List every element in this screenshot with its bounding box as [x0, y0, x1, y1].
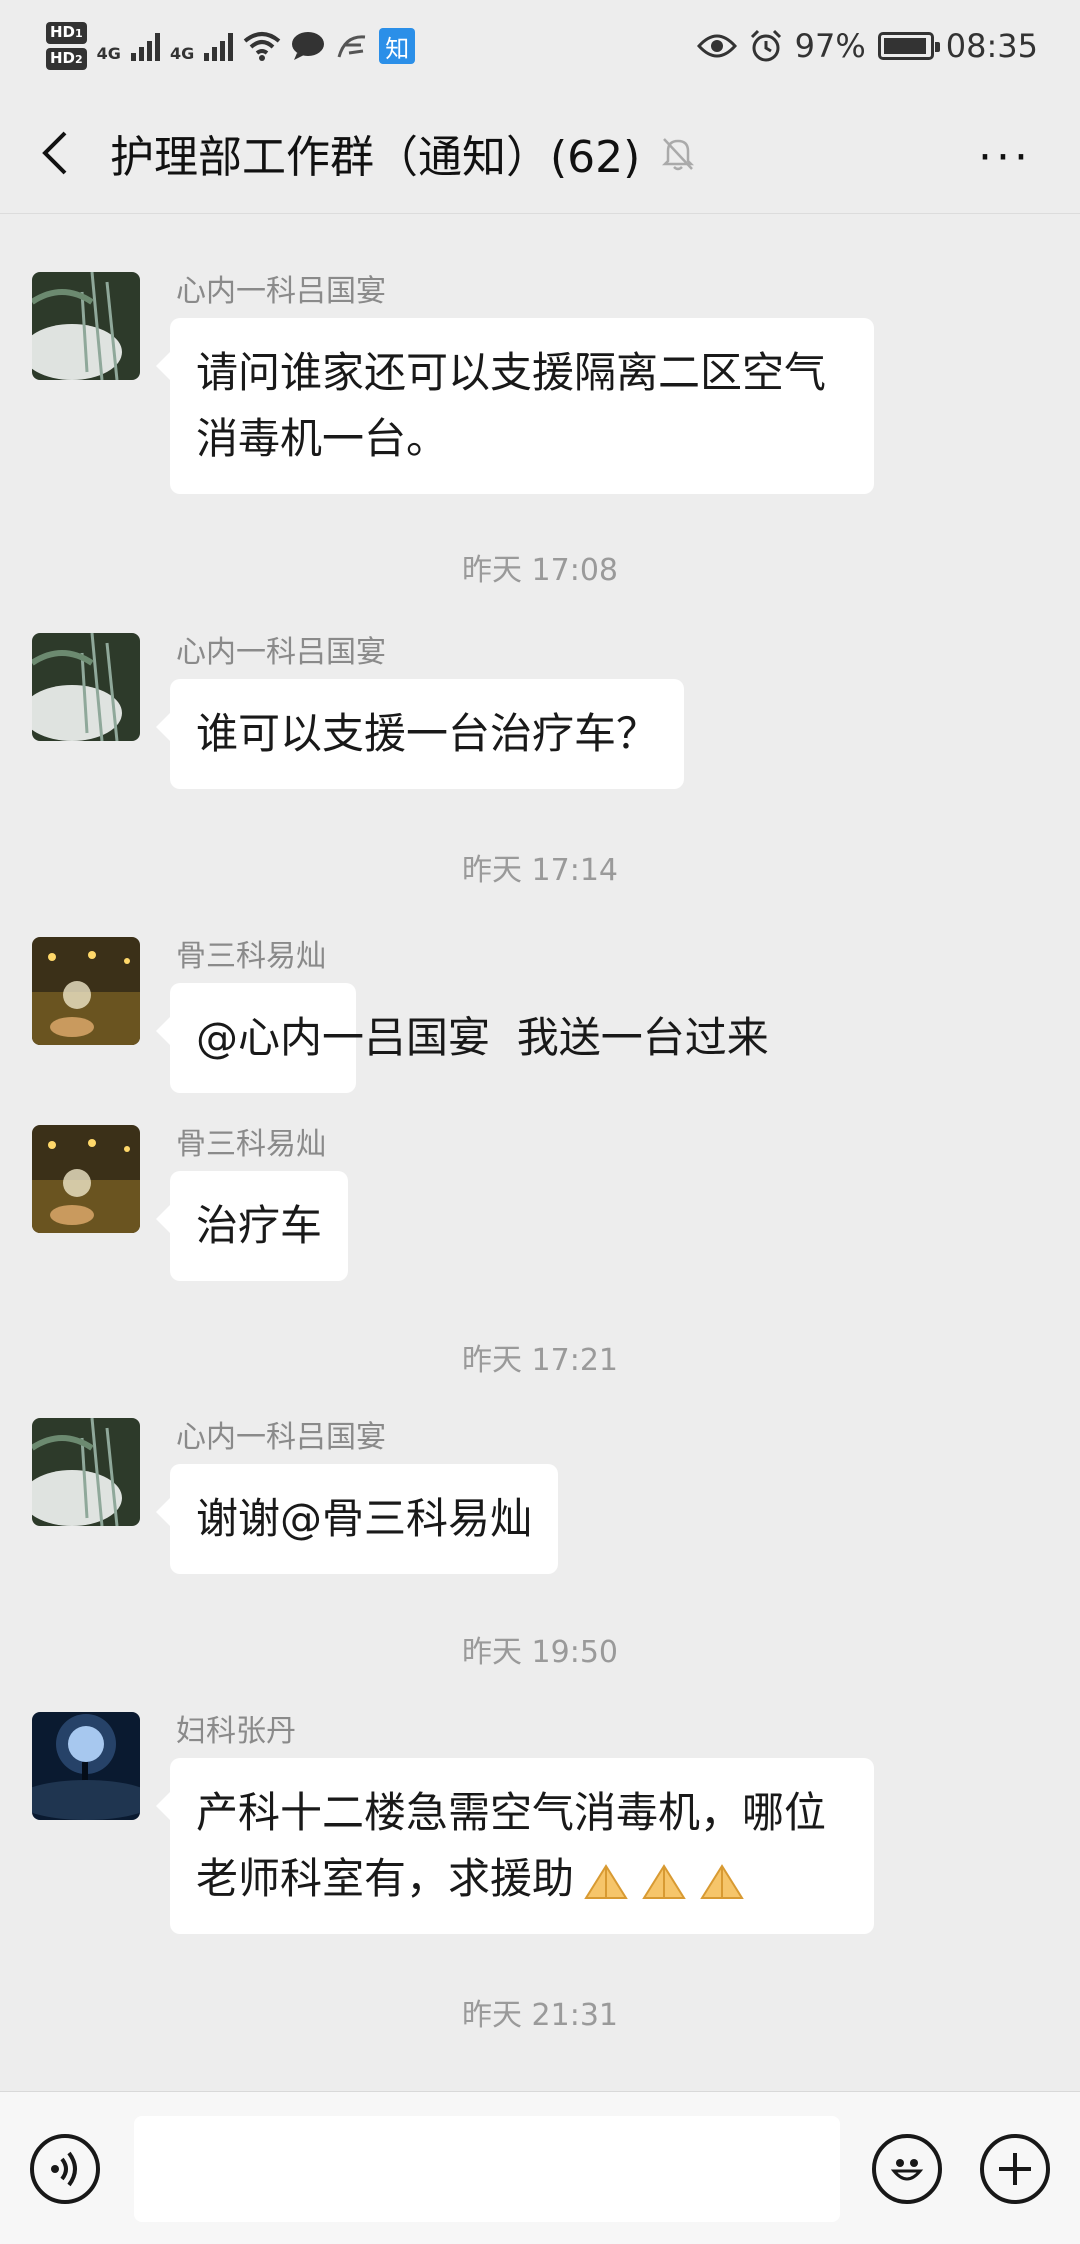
voice-button[interactable] [30, 2134, 100, 2204]
input-bar [0, 2091, 1080, 2244]
sender-name: 心内一科吕国宴 [176, 635, 386, 670]
battery-fill [883, 38, 927, 54]
message-text: 消毒机一台。 [196, 414, 449, 463]
pray-emoji-icon [700, 1863, 744, 1899]
message-text: 产科十二楼急需空气消毒机，哪位 [196, 1788, 827, 1837]
avatar[interactable] [32, 1712, 140, 1820]
bell-muted-icon [662, 137, 695, 170]
message-bubble[interactable]: 产科十二楼急需空气消毒机，哪位老师科室有，求援助 [156, 1758, 874, 1934]
timestamp: 昨天 19:50 [462, 1635, 618, 1670]
sender-name: 心内一科吕国宴 [176, 1420, 386, 1455]
message-text: 治疗车 [196, 1201, 323, 1250]
pray-emoji-icon [642, 1863, 686, 1899]
sender-name: 骨三科易灿 [176, 939, 326, 974]
message-input[interactable] [134, 2116, 840, 2222]
timestamp: 昨天 21:31 [462, 1998, 618, 2033]
status-left: HD1 HD2 4G 4G 知 [46, 22, 416, 70]
timestamp: 昨天 17:14 [462, 853, 618, 888]
clock: 08:35 [945, 27, 1038, 65]
chat-area[interactable]: 心内一科吕国宴 请问谁家还可以支援隔离二区空气 消毒机一台。 昨天 17:08 心内一科… [0, 215, 1080, 2091]
status-bar: HD1 HD2 4G 4G 知 97% 08:35 [0, 0, 1080, 92]
hd-icon: HD1 HD2 [46, 22, 87, 70]
sender-name: 骨三科易灿 [176, 1127, 326, 1162]
message-bubble[interactable]: @心内一吕国宴 我送一台过来 [156, 983, 769, 1093]
network-type-label: 4G [96, 44, 121, 63]
signal-icon [130, 31, 160, 61]
avatar[interactable] [32, 1125, 140, 1233]
title-bar: 护理部工作群（通知）(62) ··· [0, 92, 1080, 214]
message-text: @心内一吕国宴 我送一台过来 [196, 1013, 769, 1062]
avatar[interactable] [32, 272, 140, 380]
message-bubble[interactable]: 请问谁家还可以支援隔离二区空气 消毒机一台。 [156, 318, 874, 494]
avatar[interactable] [32, 937, 140, 1045]
timestamp: 昨天 17:08 [462, 553, 618, 588]
message-bubble[interactable]: 谁可以支援一台治疗车？ [155, 679, 685, 789]
avatar[interactable] [32, 1418, 140, 1526]
voice-icon [51, 2151, 77, 2187]
plus-icon [999, 2153, 1031, 2185]
message-text: 老师科室有，求援助 [196, 1846, 848, 1912]
back-button[interactable] [0, 92, 110, 214]
alarm-icon [750, 29, 781, 62]
message-text: 请问谁家还可以支援隔离二区空气 [196, 348, 827, 397]
more-icon[interactable]: ··· [978, 132, 1032, 183]
signal-icon-2 [204, 31, 234, 61]
plus-button[interactable] [980, 2134, 1050, 2204]
emoji-icon [890, 2159, 924, 2181]
status-right: 97% 08:35 [696, 27, 1038, 65]
battery-icon [877, 32, 940, 60]
chat-bubble-icon [292, 32, 325, 60]
chat-title: 护理部工作群（通知）(62) [110, 131, 641, 183]
zhihu-icon: 知 [379, 28, 416, 64]
wifi-icon [243, 32, 281, 61]
message-bubble[interactable]: 谢谢@骨三科易灿 [155, 1464, 559, 1574]
eye-icon [696, 34, 737, 58]
sender-name: 妇科张丹 [176, 1714, 296, 1749]
pray-emoji-icon [584, 1863, 628, 1899]
back-chevron-icon [42, 131, 67, 174]
avatar[interactable] [32, 633, 140, 741]
message-text: 谁可以支援一台治疗车？ [196, 709, 659, 758]
app-icon [337, 35, 366, 58]
timestamp: 昨天 17:21 [462, 1343, 618, 1378]
network-type-label-2: 4G [169, 44, 195, 63]
sender-name: 心内一科吕国宴 [176, 274, 386, 309]
message-bubble[interactable]: 治疗车 [155, 1171, 349, 1281]
emoji-button[interactable] [872, 2134, 942, 2204]
battery-percent: 97% [794, 27, 866, 65]
message-text: 谢谢@骨三科易灿 [196, 1494, 533, 1543]
